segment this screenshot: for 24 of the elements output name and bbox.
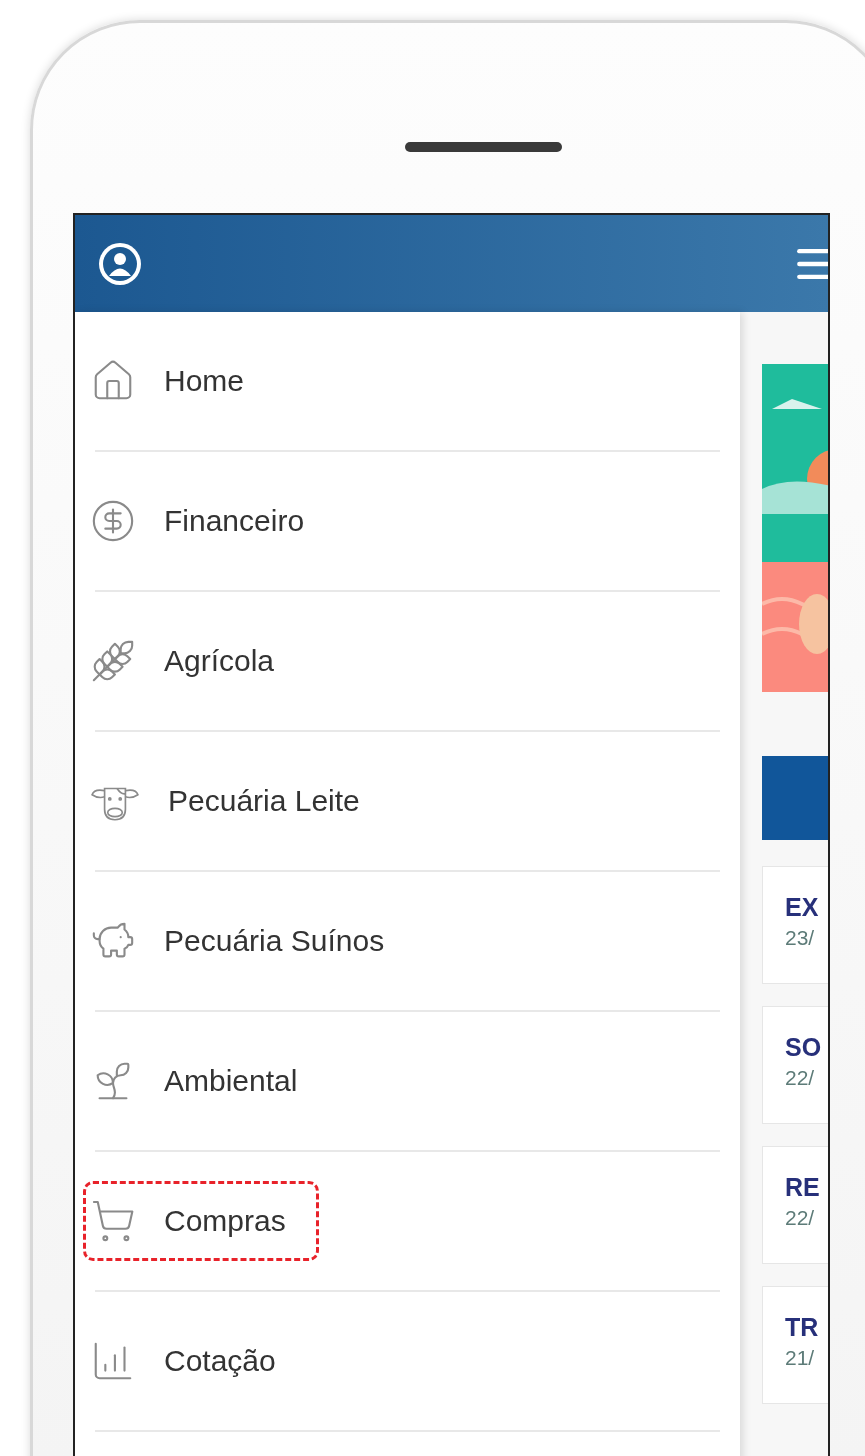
- menu-item[interactable]: Pecuária Leite: [83, 763, 393, 839]
- menu-item[interactable]: Financeiro: [83, 481, 338, 561]
- news-date: 21/: [785, 1346, 816, 1370]
- menu-item[interactable]: Cotação: [83, 1321, 309, 1401]
- news-card[interactable]: EX 23/: [762, 866, 828, 984]
- user-avatar-icon[interactable]: [97, 240, 143, 287]
- news-title: TR: [785, 1313, 820, 1342]
- news-card[interactable]: TR 21/: [762, 1286, 828, 1404]
- menu-item[interactable]: Home: [83, 341, 278, 421]
- news-date: 22/: [785, 1206, 816, 1230]
- menu-item[interactable]: Compras: [83, 1181, 319, 1261]
- news-date: 23/: [785, 926, 816, 950]
- menu-item[interactable]: Agrícola: [83, 621, 308, 701]
- news-title: RE: [785, 1173, 821, 1202]
- news-title: EX: [785, 893, 820, 922]
- shopping-cart-icon: [90, 1198, 136, 1244]
- news-card[interactable]: RE 22/: [762, 1146, 828, 1264]
- menu-item[interactable]: Ambiental: [83, 1041, 331, 1121]
- dollar-coin-icon: [90, 498, 136, 544]
- news-title: SO: [785, 1033, 823, 1062]
- menu-item[interactable]: Pecuária Suínos: [83, 901, 418, 981]
- news-date: 22/: [785, 1066, 816, 1090]
- wheat-icon: [90, 638, 136, 684]
- news-card[interactable]: SO 22/: [762, 1006, 828, 1124]
